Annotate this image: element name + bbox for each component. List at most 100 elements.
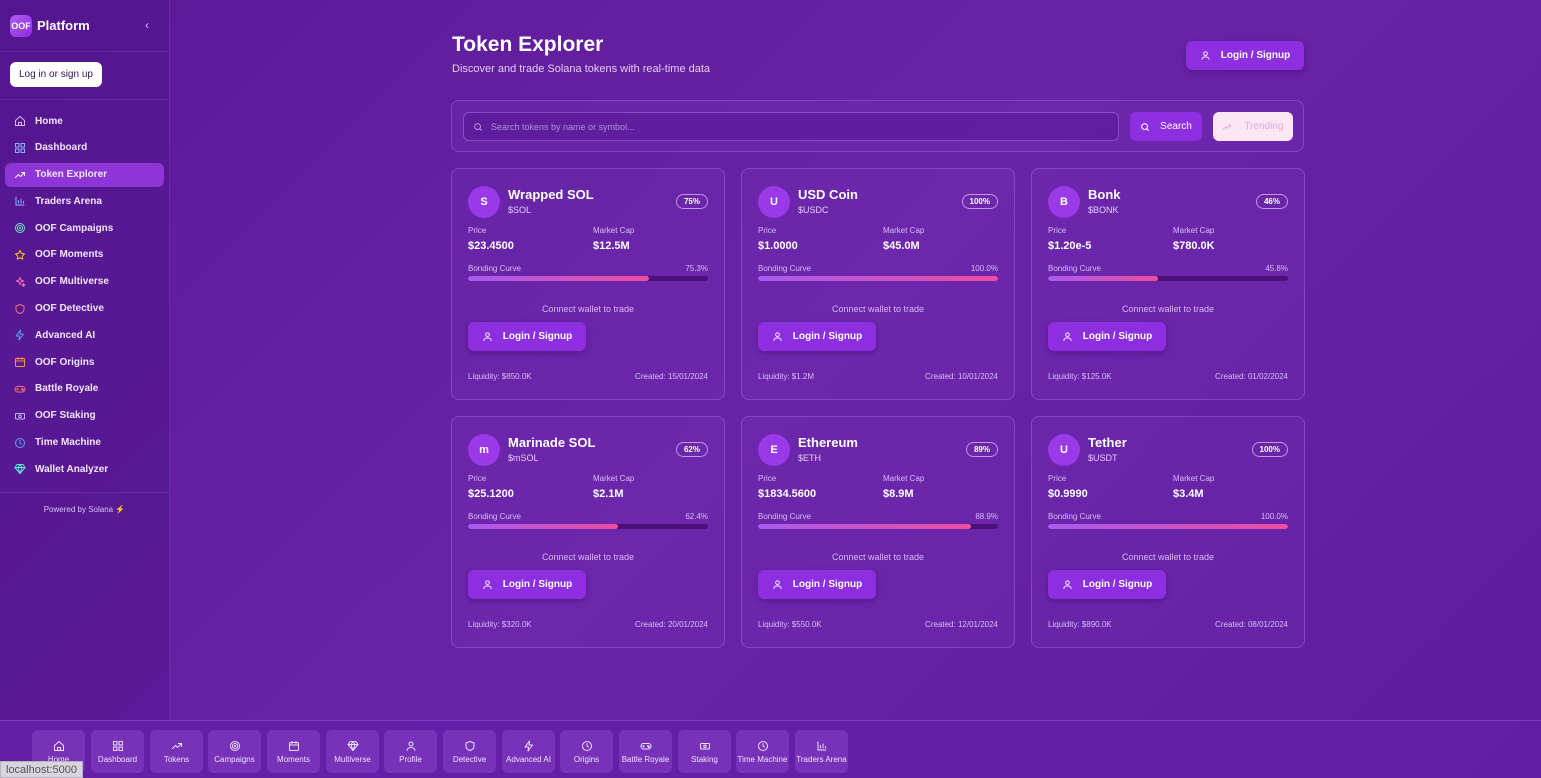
- market-cap-label: Market Cap: [593, 474, 635, 483]
- sidebar-login-button[interactable]: Log in or sign up: [10, 62, 102, 87]
- price-label: Price: [468, 226, 487, 235]
- bonding-curve-percent: 100.0%: [970, 264, 998, 273]
- bottom-nav-label: Advanced AI: [506, 754, 551, 764]
- liquidity: Liquidity: $125.0K: [1048, 372, 1112, 381]
- sidebar-item-home[interactable]: Home: [5, 109, 164, 133]
- sidebar-item-oof-origins[interactable]: OOF Origins: [5, 350, 164, 374]
- gem-icon: [13, 462, 27, 476]
- curve-badge: 75%: [675, 194, 708, 209]
- bottom-nav-dashboard[interactable]: Dashboard: [91, 730, 144, 773]
- trending-icon: [15, 171, 25, 178]
- token-card: S Wrapped SOL $SOL 75% Price $23.4500 Market C…: [451, 168, 725, 400]
- bonding-curve-fill: [758, 524, 972, 529]
- market-cap-value: $2.1M: [593, 488, 624, 500]
- liquidity: Liquidity: $1.2M: [758, 372, 815, 381]
- bottom-nav-profile[interactable]: Profile: [384, 730, 437, 773]
- liquidity: Liquidity: $890.0K: [1048, 620, 1112, 629]
- sidebar-item-battle-royale[interactable]: Battle Royale: [5, 377, 164, 401]
- market-cap-label: Market Cap: [883, 474, 925, 483]
- bonding-curve-percent: 100.0%: [1260, 512, 1288, 521]
- token-name: Marinade SOL: [508, 435, 596, 450]
- price-label: Price: [758, 474, 777, 483]
- bottom-nav-time-machine[interactable]: Time Machine: [736, 730, 789, 773]
- card-login-button[interactable]: Login / Signup: [1048, 322, 1166, 351]
- sidebar-item-oof-multiverse[interactable]: OOF Multiverse: [5, 270, 164, 294]
- bottom-nav-battle-royale[interactable]: Battle Royale: [619, 730, 672, 773]
- token-card: B Bonk $BONK 46% Price $1.20e-5 Market Cap $780…: [1031, 168, 1305, 400]
- page-title: Token Explorer: [452, 33, 604, 56]
- bottom-nav-advanced-ai[interactable]: Advanced AI: [502, 730, 555, 773]
- bottom-nav-label: Detective: [452, 754, 487, 764]
- token-card: E Ethereum $ETH 89% Price $1834.5600 Market Ca…: [741, 416, 1015, 648]
- search-button[interactable]: Search: [1130, 112, 1202, 141]
- sidebar-item-label: OOF Multiverse: [35, 276, 109, 288]
- bonding-curve-label: Bonding Curve: [758, 264, 811, 273]
- user-icon: [1063, 332, 1072, 342]
- bottom-nav: Home Dashboard Tokens Campaigns Moments Multi…: [0, 720, 1541, 778]
- bottom-nav-multiverse[interactable]: Multiverse: [326, 730, 379, 773]
- token-name: Tether: [1088, 435, 1127, 450]
- bottom-nav-label: Traders Arena: [796, 754, 847, 764]
- sidebar-item-oof-staking[interactable]: OOF Staking: [5, 404, 164, 428]
- bottom-nav-label: Multiverse: [334, 754, 371, 764]
- bottom-nav-detective[interactable]: Detective: [443, 730, 496, 773]
- target-icon: [13, 221, 27, 235]
- token-symbol: $USDT: [1088, 453, 1118, 463]
- bonding-curve-fill: [758, 276, 998, 281]
- created-date: Created: 20/01/2024: [635, 620, 708, 629]
- market-cap-label: Market Cap: [1173, 474, 1215, 483]
- dashboard-icon: [15, 142, 25, 153]
- clock-icon: [15, 437, 25, 448]
- trending-button[interactable]: Trending: [1213, 112, 1293, 141]
- sidebar-item-label: Home: [35, 115, 63, 127]
- bottom-nav-moments[interactable]: Moments: [267, 730, 320, 773]
- bottom-nav-origins[interactable]: Origins: [560, 730, 613, 773]
- trending-icon: [13, 168, 27, 182]
- created-date: Created: 01/02/2024: [1215, 372, 1288, 381]
- sidebar-item-dashboard[interactable]: Dashboard: [5, 136, 164, 160]
- sidebar-item-token-explorer[interactable]: Token Explorer: [5, 162, 164, 187]
- card-login-button[interactable]: Login / Signup: [468, 322, 586, 351]
- coins-icon: [13, 409, 27, 423]
- token-name: USD Coin: [798, 187, 858, 202]
- token-card: U Tether $USDT 100% Price $0.9990 Market Cap $3…: [1031, 416, 1305, 648]
- token-name: Ethereum: [798, 435, 858, 450]
- token-avatar: m: [468, 434, 500, 466]
- sidebar-item-time-machine[interactable]: Time Machine: [5, 431, 164, 455]
- card-login-label: Login / Signup: [792, 579, 863, 590]
- sidebar-item-advanced-ai[interactable]: Advanced AI: [5, 323, 164, 347]
- bottom-nav-label: Tokens: [163, 754, 190, 764]
- bar-chart-icon: [15, 196, 25, 206]
- bottom-nav-campaigns[interactable]: Campaigns: [208, 730, 261, 773]
- sidebar-item-traders-arena[interactable]: Traders Arena: [5, 189, 164, 213]
- market-cap-value: $45.0M: [883, 240, 920, 252]
- sidebar-item-oof-campaigns[interactable]: OOF Campaigns: [5, 216, 164, 240]
- connect-wallet-text: Connect wallet to trade: [541, 304, 635, 314]
- bottom-nav-tokens[interactable]: Tokens: [150, 730, 203, 773]
- card-login-button[interactable]: Login / Signup: [758, 570, 876, 599]
- star-icon: [15, 249, 25, 260]
- bottom-nav-traders-arena[interactable]: Traders Arena: [795, 730, 848, 773]
- coins-icon: [15, 412, 25, 420]
- price-value: $1834.5600: [758, 488, 817, 500]
- collapse-sidebar-icon[interactable]: ‹: [145, 18, 149, 32]
- market-cap-value: $3.4M: [1173, 488, 1204, 500]
- card-login-button[interactable]: Login / Signup: [758, 322, 876, 351]
- dashboard-icon: [13, 141, 27, 155]
- sidebar-item-wallet-analyzer[interactable]: Wallet Analyzer: [5, 457, 164, 481]
- sidebar-item-oof-moments[interactable]: OOF Moments: [5, 243, 164, 267]
- powered-by: Powered by Solana ⚡: [43, 505, 126, 515]
- header-login-button[interactable]: Login / Signup: [1186, 41, 1304, 70]
- user-icon: [483, 332, 492, 342]
- card-login-button[interactable]: Login / Signup: [1048, 570, 1166, 599]
- bonding-curve-label: Bonding Curve: [468, 512, 521, 521]
- card-login-button[interactable]: Login / Signup: [468, 570, 586, 599]
- sidebar-item-label: OOF Staking: [35, 410, 96, 422]
- search-field[interactable]: [463, 112, 1119, 141]
- bottom-nav-staking[interactable]: Staking: [678, 730, 731, 773]
- search-input[interactable]: [491, 121, 1091, 132]
- home-icon: [53, 740, 64, 751]
- sidebar-item-oof-detective[interactable]: OOF Detective: [5, 297, 164, 321]
- bonding-curve-bar: [1048, 276, 1288, 281]
- sidebar-item-label: Battle Royale: [35, 383, 99, 395]
